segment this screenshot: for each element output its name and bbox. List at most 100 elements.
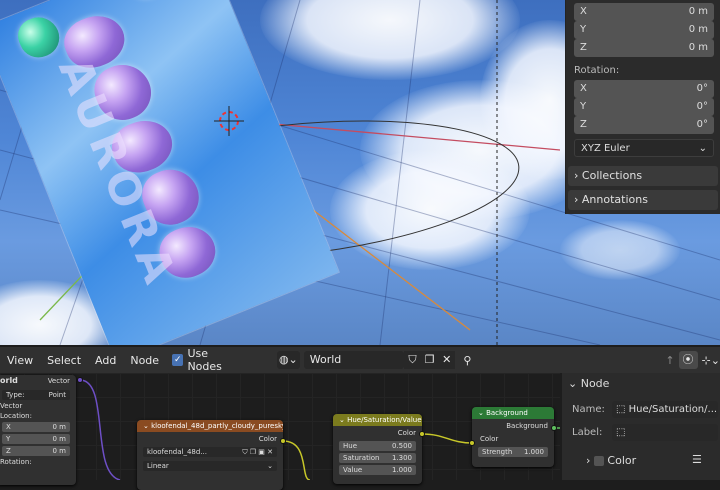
loc-y-field[interactable]: Y 0 m (2, 434, 70, 444)
checkbox-icon[interactable] (593, 456, 604, 466)
rotation-label: Rotation: (0, 458, 32, 466)
menu-view[interactable]: View (0, 354, 40, 367)
vector-socket[interactable] (77, 377, 83, 383)
section-label: Node (580, 377, 610, 390)
field-label: Y (580, 101, 587, 112)
collapse-icon[interactable]: ⌄ (339, 416, 347, 424)
node-header: ⌄ kloofendal_48d_partly_cloudy_puresky_.… (137, 420, 283, 432)
rotation-x-field[interactable]: X 0° (574, 80, 714, 98)
color-section-header[interactable]: › Color (586, 454, 636, 467)
menu-add[interactable]: Add (88, 354, 123, 367)
snap-icon[interactable]: ⊹⌄ (702, 354, 720, 367)
node-name-field[interactable]: ⬚ Hue/Saturation/... (612, 401, 718, 418)
node-icon: ⬚ (616, 427, 626, 438)
node-title: Hue/Saturation/Value (347, 416, 422, 424)
field-value: 1.000 (523, 448, 544, 456)
mapping-node[interactable]: orld Vector Type: Point Vector Location: … (0, 375, 76, 485)
background-color-input-socket[interactable] (469, 440, 475, 446)
hsv-color-output-socket[interactable] (419, 431, 425, 437)
field-label: Value (343, 466, 363, 474)
type-dropdown[interactable]: Type: Point (2, 390, 70, 400)
section-label: Collections (581, 169, 643, 182)
world-type-icon[interactable]: ◍⌄ (276, 351, 300, 369)
rotation-y-field[interactable]: Y 0° (574, 98, 714, 116)
dropdown-value: XYZ Euler (581, 143, 630, 154)
field-value: 0.500 (391, 442, 412, 450)
interpolation-value: Linear (147, 462, 169, 470)
hue-field[interactable]: Hue 0.500 (339, 441, 416, 451)
checkbox-check-icon: ✓ (172, 354, 184, 366)
vector-label: Vector (0, 402, 23, 410)
image-actions-icon[interactable]: ⛉ ❐ ▣ ✕ (242, 447, 273, 457)
location-x-field[interactable]: X 0 m (574, 3, 714, 21)
pin-icon[interactable]: ⚲ (463, 354, 471, 367)
rotation-mode-dropdown[interactable]: XYZ Euler ⌄ (574, 139, 714, 157)
rotation-z-field[interactable]: Z 0° (574, 116, 714, 134)
name-label: Name: (572, 404, 605, 415)
chevron-right-icon: › (574, 193, 579, 206)
value-field[interactable]: Value 1.000 (339, 465, 416, 475)
loc-z-field[interactable]: Z 0 m (2, 446, 70, 456)
type-value: Point (48, 391, 66, 399)
world-name: World (309, 353, 342, 366)
location-z-field[interactable]: Z 0 m (574, 39, 714, 57)
chevron-down-icon: ⌄ (698, 143, 707, 154)
3d-viewport[interactable]: AURORA X0 m Y0 m Z0 m Rotation: X 0° Y 0° … (0, 0, 720, 345)
field-label: Hue (343, 442, 358, 450)
use-nodes-checkbox[interactable]: ✓ Use Nodes (172, 347, 243, 373)
3d-cursor-icon[interactable] (214, 106, 244, 136)
section-label: Annotations (581, 193, 648, 206)
fake-user-shield-icon[interactable]: ⛉ (403, 351, 422, 369)
menu-select[interactable]: Select (40, 354, 88, 367)
field-label: Strength (482, 448, 513, 456)
saturation-field[interactable]: Saturation 1.300 (339, 453, 416, 463)
annotations-panel[interactable]: › Annotations (568, 190, 718, 210)
close-icon[interactable]: ✕ (438, 351, 456, 369)
field-value: 0° (696, 83, 708, 94)
axis: Z (6, 447, 11, 455)
field-value: 1.300 (391, 454, 412, 462)
node-header: ⌄ Hue/Saturation/Value (333, 414, 422, 426)
chevron-right-icon: › (586, 454, 594, 467)
node-editor-header: View Select Add Node ✓ Use Nodes ◍⌄ Worl… (0, 347, 720, 373)
location-y-field[interactable]: Y 0 m (574, 21, 714, 39)
color-output-socket[interactable] (280, 438, 286, 444)
duplicate-icon[interactable]: ❐ (421, 351, 439, 369)
parent-node-tree-icon[interactable]: ↑ (661, 354, 678, 367)
label-label: Label: (572, 427, 603, 438)
world-datablock-field[interactable]: World (303, 351, 404, 369)
background-output-socket[interactable] (551, 425, 557, 431)
interpolation-dropdown[interactable]: Linear ⌄ (143, 461, 277, 471)
hue-saturation-value-node[interactable]: ⌄ Hue/Saturation/Value Color Hue 0.500 Sa… (333, 414, 422, 484)
field-value: 0° (696, 119, 708, 130)
node-output-label: Color (397, 429, 416, 437)
node-label-field[interactable]: ⬚ (612, 424, 718, 441)
list-icon[interactable]: ☰ (692, 453, 702, 466)
collapse-icon[interactable]: ⌄ (478, 409, 486, 417)
collections-panel[interactable]: › Collections (568, 166, 718, 186)
node-icon: ⬚ (616, 404, 629, 415)
node-canvas[interactable]: orld Vector Type: Point Vector Location: … (0, 373, 560, 490)
strength-field[interactable]: Strength 1.000 (478, 447, 548, 457)
overlay-icon[interactable]: ⦿ (678, 351, 698, 369)
node-output-label: Color (258, 435, 277, 443)
chevron-down-icon: ⌄ (568, 377, 581, 390)
field-value: 1.000 (391, 466, 412, 474)
collapse-icon[interactable]: ⌄ (143, 422, 151, 430)
field-value: 0 m (688, 24, 708, 35)
node-output-label: Background (506, 422, 548, 430)
field-value: 0° (696, 101, 708, 112)
location-label: Location: (0, 412, 32, 420)
image-datablock-field[interactable]: kloofendal_48d... ⛉ ❐ ▣ ✕ (143, 447, 277, 457)
value: 0 m (52, 423, 67, 431)
loc-x-field[interactable]: X 0 m (2, 422, 70, 432)
axis: Y (6, 435, 11, 443)
color-input-label: Color (480, 435, 499, 443)
background-node[interactable]: ⌄ Background Background Color Strength 1.… (472, 407, 554, 467)
node-section-header[interactable]: ⌄ Node (568, 377, 609, 390)
rotation-label: Rotation: (574, 65, 620, 76)
field-label: Saturation (343, 454, 380, 462)
menu-node[interactable]: Node (123, 354, 166, 367)
field-value: 0 m (688, 6, 708, 17)
section-label: Color (607, 454, 637, 467)
